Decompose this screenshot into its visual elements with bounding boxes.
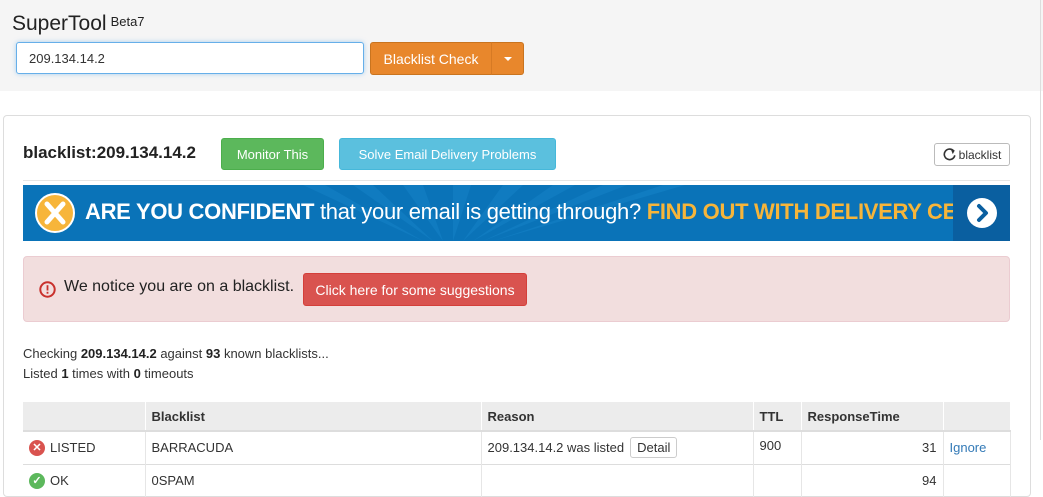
search-input[interactable] [16, 42, 364, 74]
status-text: LISTED [50, 440, 96, 456]
refresh-label: blacklist [958, 147, 1002, 162]
known-text: known blacklists... [220, 346, 329, 361]
status-text: OK [50, 473, 69, 489]
monitor-button[interactable]: Monitor This [221, 138, 324, 170]
exclamation-circle-icon [39, 281, 56, 298]
blacklist-check-button[interactable]: Blacklist Check [370, 42, 492, 75]
lookup-options-dropdown[interactable] [491, 42, 524, 75]
blacklist-cell: BARRACUDA [145, 430, 482, 464]
column-header-blacklist[interactable]: Blacklist [145, 402, 482, 431]
ttl-cell [753, 463, 802, 497]
page-divider [1040, 0, 1041, 440]
delivery-center-banner[interactable]: ARE YOU CONFIDENT that your email is get… [23, 185, 1010, 241]
banner-arrow-button[interactable] [953, 185, 1010, 241]
checking-prefix: Checking [23, 346, 81, 361]
check-circle-icon: ✓ [29, 472, 45, 489]
ttl-cell: 900 [753, 430, 802, 464]
response-time-cell: 94 [801, 463, 944, 497]
chevron-down-icon [503, 56, 512, 61]
column-header-reason[interactable]: Reason [481, 402, 754, 431]
alert-message: We notice you are on a blacklist. [64, 278, 295, 295]
reason-text: 209.134.14.2 was listed [487, 440, 625, 456]
action-cell: Ignore [943, 430, 1011, 464]
listed-count: 1 [61, 366, 69, 381]
x-circle-icon: ✕ [29, 439, 45, 456]
app-name: SuperTool [12, 12, 107, 35]
blacklist-alert: We notice you are on a blacklist. Click … [23, 256, 1010, 322]
times-with-text: times with [68, 366, 134, 381]
column-header-ttl[interactable]: TTL [753, 402, 802, 431]
reason-cell [481, 463, 754, 497]
divider [23, 180, 1010, 181]
ignore-link[interactable]: Ignore [950, 440, 987, 455]
detail-button[interactable]: Detail [630, 437, 678, 459]
timeouts-count: 0 [133, 366, 141, 381]
result-heading: blacklist:209.134.14.2 [23, 143, 196, 162]
listed-prefix: Listed [23, 366, 62, 381]
app-title: SuperTool Beta7 [12, 12, 145, 36]
table-row: ✓ OK 0SPAM 94 [23, 463, 1011, 497]
app-version: Beta7 [110, 14, 145, 29]
check-summary: Checking 209.134.14.2 against 93 known b… [23, 344, 329, 384]
banner-text-question: that your email is getting through? [314, 199, 647, 224]
top-bar: SuperToolBeta7 Blacklist Check [0, 0, 1043, 91]
checking-line: Checking 209.134.14.2 against 93 known b… [23, 344, 329, 364]
arrow-right-icon [966, 198, 997, 228]
solve-email-problems-button[interactable]: Solve Email Delivery Problems [339, 138, 556, 170]
banner-text: ARE YOU CONFIDENT that your email is get… [85, 199, 1010, 225]
column-header-status [23, 402, 146, 431]
timeouts-text: timeouts [140, 366, 194, 381]
listed-line: Listed 1 times with 0 timeouts [23, 364, 329, 384]
results-table: Blacklist Reason TTL ResponseTime ✕ LISTE… [23, 402, 1011, 497]
against-text: against [156, 346, 206, 361]
banner-text-confident: ARE YOU CONFIDENT [85, 199, 315, 224]
column-header-action [943, 402, 1011, 431]
status-cell: ✕ LISTED [23, 430, 146, 464]
refresh-button[interactable]: blacklist [934, 143, 1010, 166]
column-header-responsetime[interactable]: ResponseTime [801, 402, 944, 431]
checked-ip: 209.134.14.2 [80, 346, 157, 361]
close-x-icon [35, 193, 75, 233]
table-row: ✕ LISTED BARRACUDA 209.134.14.2 was liste… [23, 430, 1011, 464]
action-cell [943, 463, 1011, 497]
response-time-cell: 31 [801, 430, 944, 464]
refresh-icon [943, 148, 956, 161]
blacklist-count: 93 [205, 346, 221, 361]
table-header-row: Blacklist Reason TTL ResponseTime [23, 402, 1011, 431]
status-cell: ✓ OK [23, 463, 146, 497]
blacklist-cell: 0SPAM [145, 463, 482, 497]
suggestions-button[interactable]: Click here for some suggestions [303, 273, 527, 306]
reason-cell: 209.134.14.2 was listed Detail [481, 430, 754, 464]
